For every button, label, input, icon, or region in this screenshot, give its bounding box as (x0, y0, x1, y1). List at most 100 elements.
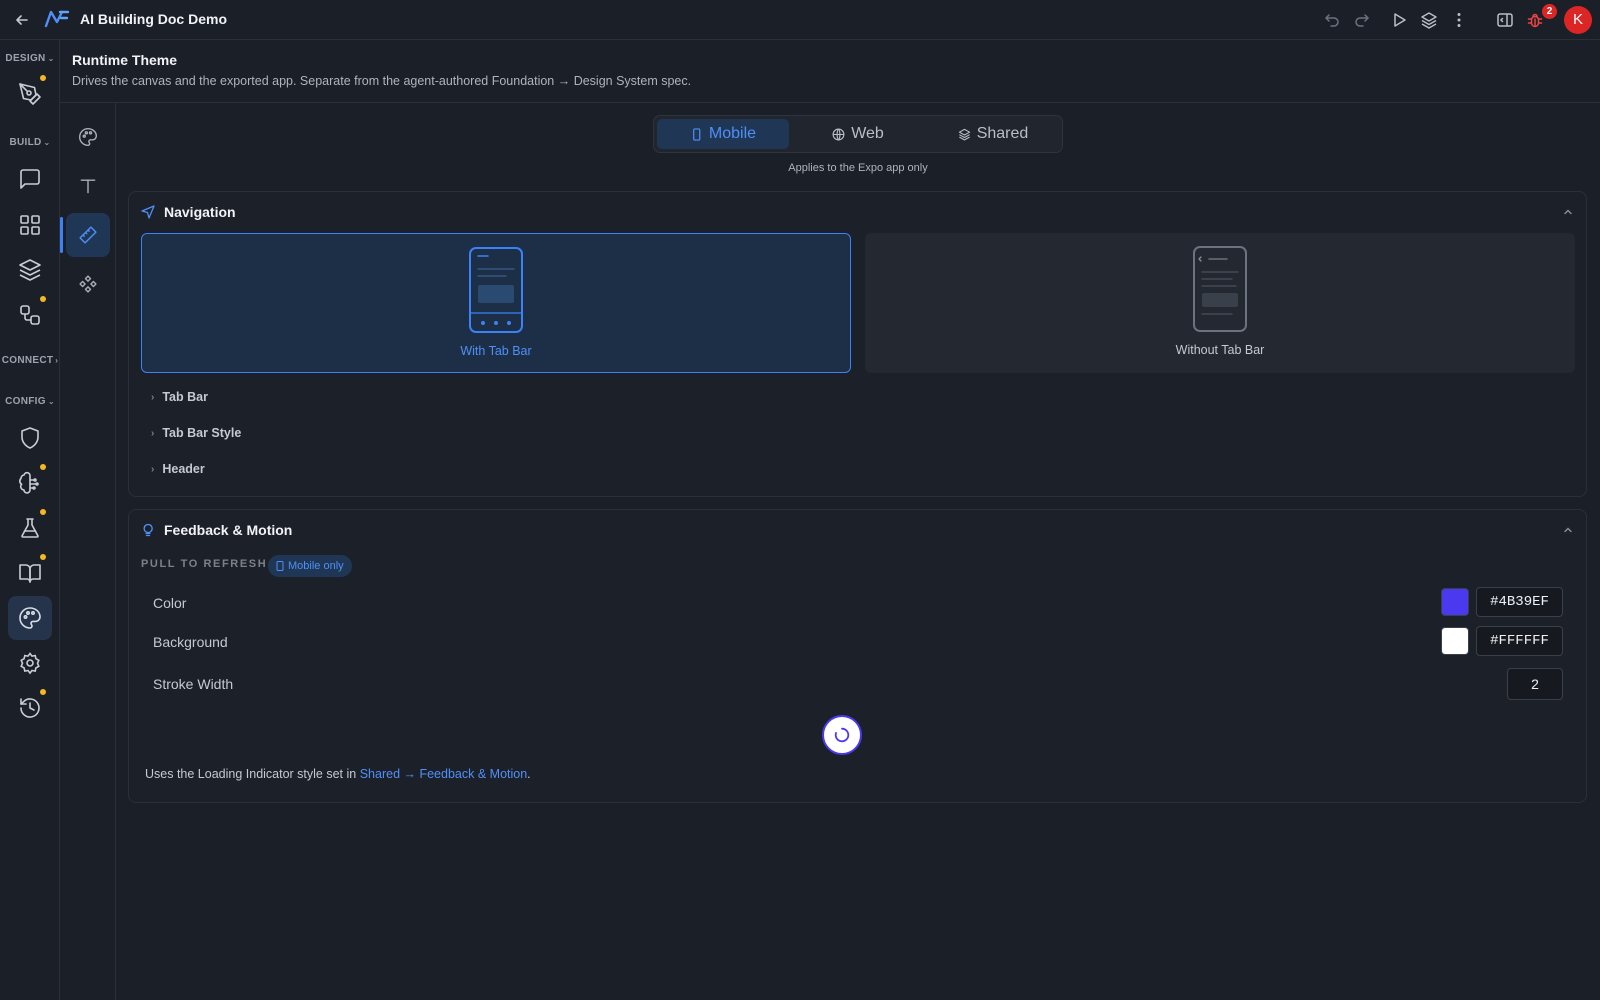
primary-sidebar: DESIGN ⌄ BUILD ⌄ CONNECT › CONFIG ⌄ (0, 40, 60, 1000)
gear-icon (20, 652, 40, 675)
shared-feedback-link[interactable]: Shared → Feedback & Motion (360, 767, 527, 781)
loading-indicator-note: Uses the Loading Indicator style set in … (145, 767, 531, 781)
rail-heading-build[interactable]: BUILD ⌄ (0, 137, 60, 148)
stroke-width-label: Stroke Width (153, 676, 234, 692)
option-with-tab-bar-label: With Tab Bar (460, 344, 532, 358)
tab-mobile[interactable]: Mobile (657, 119, 789, 149)
notification-dot (40, 296, 46, 302)
globe-icon (832, 128, 845, 140)
stroke-width-input[interactable]: 2 (1507, 668, 1563, 700)
subnav-typography[interactable] (66, 164, 110, 208)
top-bar: AI Building Doc Demo 2 K (0, 0, 1600, 40)
chat-icon (20, 169, 40, 189)
collapsible-tab-bar-label: Tab Bar (162, 390, 208, 404)
note-prefix: Uses the Loading Indicator style set in (145, 767, 360, 781)
chevron-right-icon: › (151, 463, 155, 475)
layers-icon[interactable] (1419, 10, 1439, 30)
note-suffix: . (527, 767, 531, 781)
background-label: Background (153, 634, 228, 650)
app-logo (44, 9, 70, 29)
avatar[interactable]: K (1564, 6, 1592, 34)
chevron-right-icon: › (151, 427, 155, 439)
play-icon[interactable] (1389, 10, 1409, 30)
chevron-up-icon[interactable] (1562, 524, 1574, 536)
subnav-layout[interactable] (60, 213, 110, 257)
collapsible-header-label: Header (162, 462, 205, 476)
collapsible-tab-bar-style[interactable]: › Tab Bar Style (151, 426, 241, 440)
tab-shared[interactable]: Shared (927, 119, 1059, 149)
navigation-panel: Navigation With Tab Bar Without Tab Bar (128, 191, 1587, 497)
option-without-tab-bar[interactable]: Without Tab Bar (865, 233, 1575, 373)
color-label: Color (153, 595, 187, 611)
tab-web-label: Web (851, 125, 884, 142)
testing-button[interactable] (8, 506, 52, 550)
feedback-motion-panel: Feedback & Motion PULL TO REFRESH Mobile… (128, 509, 1587, 803)
docs-button[interactable] (8, 551, 52, 595)
notification-dot (40, 689, 46, 695)
typography-icon (80, 179, 96, 194)
rail-heading-config[interactable]: CONFIG ⌄ (0, 396, 60, 407)
chevron-up-icon[interactable] (1562, 206, 1574, 218)
chevron-right-icon: › (151, 391, 155, 403)
notification-dot (40, 75, 46, 81)
history-button[interactable] (8, 686, 52, 730)
phone-with-tab-bar-icon (469, 247, 523, 333)
workflow-button[interactable] (8, 293, 52, 337)
layers-icon (958, 128, 970, 140)
components-grid-button[interactable] (8, 203, 52, 247)
pen-tool-icon (19, 83, 41, 105)
pull-to-refresh-label: PULL TO REFRESH (141, 558, 268, 570)
collapsible-header[interactable]: › Header (151, 462, 205, 476)
collapsible-tab-bar-style-label: Tab Bar Style (162, 426, 242, 440)
spinner-icon (834, 727, 850, 743)
refresh-preview-spinner (822, 715, 862, 755)
background-hex-input[interactable]: #FFFFFF (1476, 626, 1563, 656)
security-button[interactable] (8, 416, 52, 460)
color-hex-input[interactable]: #4B39EF (1476, 587, 1563, 617)
navigation-arrow-icon (141, 205, 155, 219)
tab-web[interactable]: Web (792, 119, 924, 149)
feedback-title: Feedback & Motion (164, 522, 293, 538)
phone-without-tab-bar-icon (1193, 246, 1247, 332)
tab-mobile-label: Mobile (708, 125, 757, 142)
page-header: Runtime Theme Drives the canvas and the … (60, 40, 1600, 103)
grid-icon (20, 215, 40, 235)
subnav-components[interactable] (66, 262, 110, 306)
phone-icon (276, 561, 284, 571)
collapsible-tab-bar[interactable]: › Tab Bar (151, 390, 208, 404)
ai-brain-button[interactable] (8, 461, 52, 505)
undo-icon[interactable] (1322, 10, 1342, 30)
rail-heading-connect[interactable]: CONNECT › (0, 355, 60, 366)
theme-subnav (60, 103, 116, 1000)
notification-dot (40, 509, 46, 515)
option-without-tab-bar-label: Without Tab Bar (1175, 343, 1265, 357)
subnav-colors[interactable] (66, 115, 110, 159)
navigation-header[interactable]: Navigation (141, 204, 236, 220)
settings-button[interactable] (8, 641, 52, 685)
more-vertical-icon[interactable] (1449, 10, 1469, 30)
option-with-tab-bar[interactable]: With Tab Bar (141, 233, 851, 373)
shield-icon (21, 427, 39, 449)
tab-shared-label: Shared (976, 125, 1029, 142)
rail-heading-design[interactable]: DESIGN ⌄ (0, 53, 60, 64)
back-arrow-icon[interactable] (12, 10, 32, 30)
book-icon (19, 564, 41, 583)
page-description: Drives the canvas and the exported app. … (72, 74, 692, 88)
flask-icon (21, 518, 39, 538)
notification-dot (40, 554, 46, 560)
theme-button[interactable] (8, 596, 52, 640)
redo-icon[interactable] (1352, 10, 1372, 30)
design-pen-button[interactable] (8, 72, 52, 116)
color-swatch[interactable] (1441, 588, 1469, 616)
bug-count-badge: 2 (1542, 4, 1557, 19)
chat-button[interactable] (8, 157, 52, 201)
background-swatch[interactable] (1441, 627, 1469, 655)
brain-icon (19, 471, 39, 494)
sidebar-panel-icon[interactable] (1495, 10, 1515, 30)
layers-button[interactable] (8, 248, 52, 292)
phone-icon (693, 127, 701, 141)
platform-tabs: Mobile Web Shared (653, 115, 1063, 153)
feedback-header[interactable]: Feedback & Motion (141, 522, 292, 538)
ruler-icon (79, 226, 97, 244)
lightbulb-icon (143, 523, 153, 537)
